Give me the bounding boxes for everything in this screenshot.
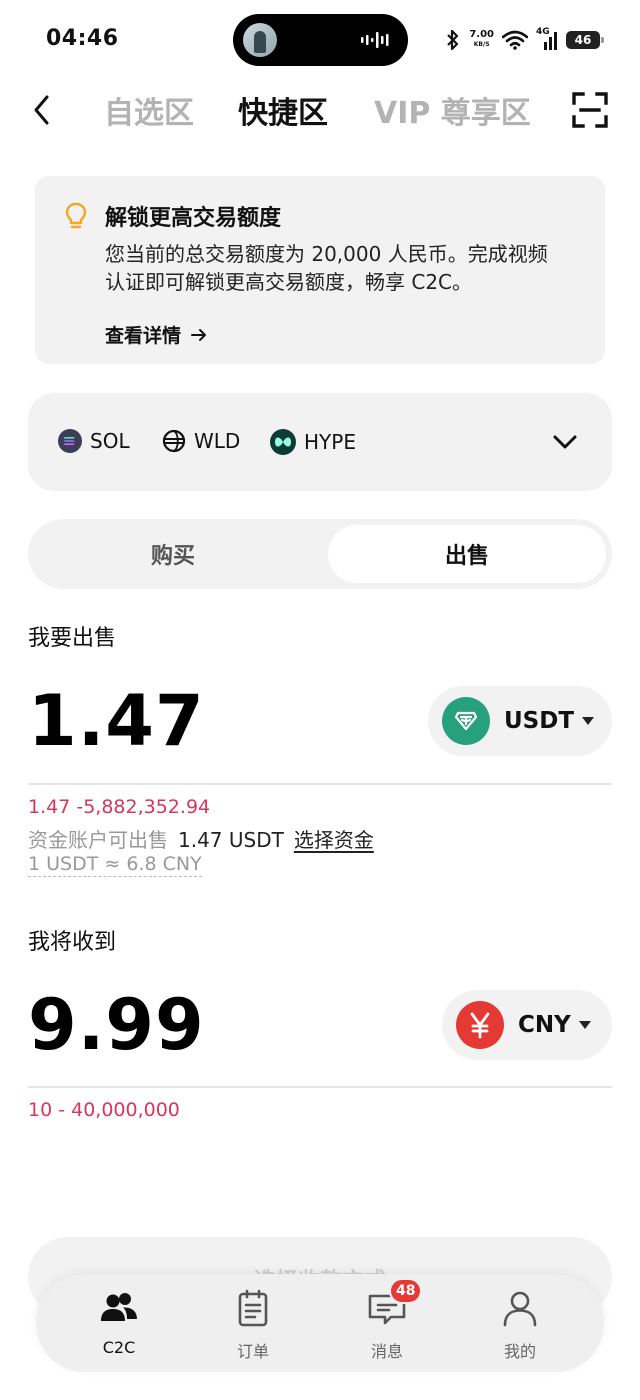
nav-item-profile[interactable]: 我的	[470, 1288, 570, 1364]
view-details-label: 查看详情	[105, 325, 182, 347]
exchange-rate[interactable]: 1 USDT ≈ 6.8 CNY	[28, 853, 202, 877]
top-nav: 自选区 快捷区 VIP 尊享区	[0, 80, 640, 140]
tab-watchlist[interactable]: 自选区	[104, 88, 194, 132]
lightbulb-icon	[65, 202, 87, 229]
nav-label: 我的	[503, 1342, 536, 1361]
available-balance-row: 资金账户可出售 1.47 USDT 选择资金	[28, 824, 374, 853]
status-bar: 04:46 7.00 KB/S 4G 46	[0, 0, 640, 80]
nav-label: 消息	[370, 1342, 403, 1361]
caret-down-icon	[578, 1021, 591, 1029]
expand-coins-button[interactable]	[550, 427, 580, 457]
tether-icon	[442, 697, 490, 745]
nav-item-c2c[interactable]: C2C	[69, 1288, 169, 1364]
sell-currency-code: USDT	[504, 708, 575, 734]
scan-icon	[572, 92, 608, 128]
kyc-notice-card: 解锁更高交易额度 您当前的总交易额度为 20,000 人民币。完成视频认证即可解…	[35, 176, 605, 364]
nav-item-orders[interactable]: 订单	[203, 1288, 303, 1364]
coin-chip-wld[interactable]: WLD	[162, 429, 240, 453]
receive-currency-selector[interactable]: CNY	[442, 990, 612, 1060]
divider	[28, 1086, 612, 1088]
receive-currency-code: CNY	[518, 1012, 571, 1038]
dynamic-island[interactable]	[233, 14, 408, 66]
sell-tab[interactable]: 出售	[328, 525, 606, 583]
sell-range-hint: 1.47 -5,882,352.94	[28, 796, 211, 818]
caret-down-icon	[582, 717, 595, 725]
battery-icon: 46	[566, 31, 604, 49]
coin-symbol: HYPE	[304, 430, 356, 454]
wld-coin-icon	[162, 429, 186, 453]
divider	[28, 783, 612, 785]
coin-chip-hype[interactable]: HYPE	[270, 429, 356, 455]
cell-signal-icon: 4G	[536, 27, 558, 50]
receive-amount-input[interactable]: 9.99	[28, 984, 205, 1066]
select-funds-link[interactable]: 选择资金	[294, 828, 374, 852]
bluetooth-icon	[447, 29, 459, 51]
view-details-link[interactable]: 查看详情	[105, 321, 207, 348]
profile-icon	[503, 1291, 537, 1327]
unread-badge: 48	[389, 1278, 423, 1304]
audio-wave-icon	[361, 32, 389, 48]
back-button[interactable]	[24, 90, 60, 130]
sell-currency-selector[interactable]: USDT	[428, 686, 612, 756]
notice-title: 解锁更高交易额度	[105, 206, 282, 231]
sol-coin-icon	[58, 429, 82, 453]
coin-chip-sol[interactable]: SOL	[58, 429, 130, 453]
nav-label: 订单	[236, 1342, 269, 1361]
buy-tab[interactable]: 购买	[34, 525, 312, 583]
users-icon	[101, 1293, 137, 1321]
tab-express[interactable]: 快捷区	[238, 88, 328, 132]
arrow-right-icon	[191, 328, 207, 341]
chevron-down-icon	[553, 435, 577, 449]
coin-symbol: SOL	[90, 429, 130, 453]
available-value: 1.47 USDT	[178, 828, 284, 852]
yuan-icon	[456, 1001, 504, 1049]
back-arrow-icon	[34, 95, 49, 125]
nav-label: C2C	[102, 1338, 136, 1357]
receive-amount-label: 我将收到	[28, 930, 117, 955]
wifi-icon	[502, 30, 528, 50]
orders-icon	[238, 1289, 268, 1327]
available-label: 资金账户可出售	[28, 828, 168, 852]
notice-body: 您当前的总交易额度为 20,000 人民币。完成视频认证即可解锁更高交易额度，畅…	[105, 242, 548, 294]
coin-symbol: WLD	[194, 429, 241, 453]
tab-vip[interactable]: VIP 尊享区	[374, 88, 531, 132]
nav-item-messages[interactable]: 48 消息	[337, 1278, 437, 1364]
bottom-nav: C2C 订单 48 消息 我的	[36, 1274, 604, 1372]
hype-coin-icon	[270, 429, 296, 455]
receive-range-hint: 10 - 40,000,000	[28, 1099, 180, 1121]
network-speed: 7.00 KB/S	[469, 29, 494, 49]
status-icons: 7.00 KB/S 4G 46	[445, 27, 604, 52]
media-avatar-icon	[243, 23, 277, 57]
status-time: 04:46	[46, 26, 119, 51]
sell-amount-label: 我要出售	[28, 626, 117, 651]
coin-quick-select: SOL WLD HYPE	[28, 393, 612, 491]
sell-amount-input[interactable]: 1.47	[28, 680, 205, 762]
buy-sell-toggle: 购买 出售	[28, 519, 612, 589]
scan-button[interactable]	[572, 92, 608, 128]
